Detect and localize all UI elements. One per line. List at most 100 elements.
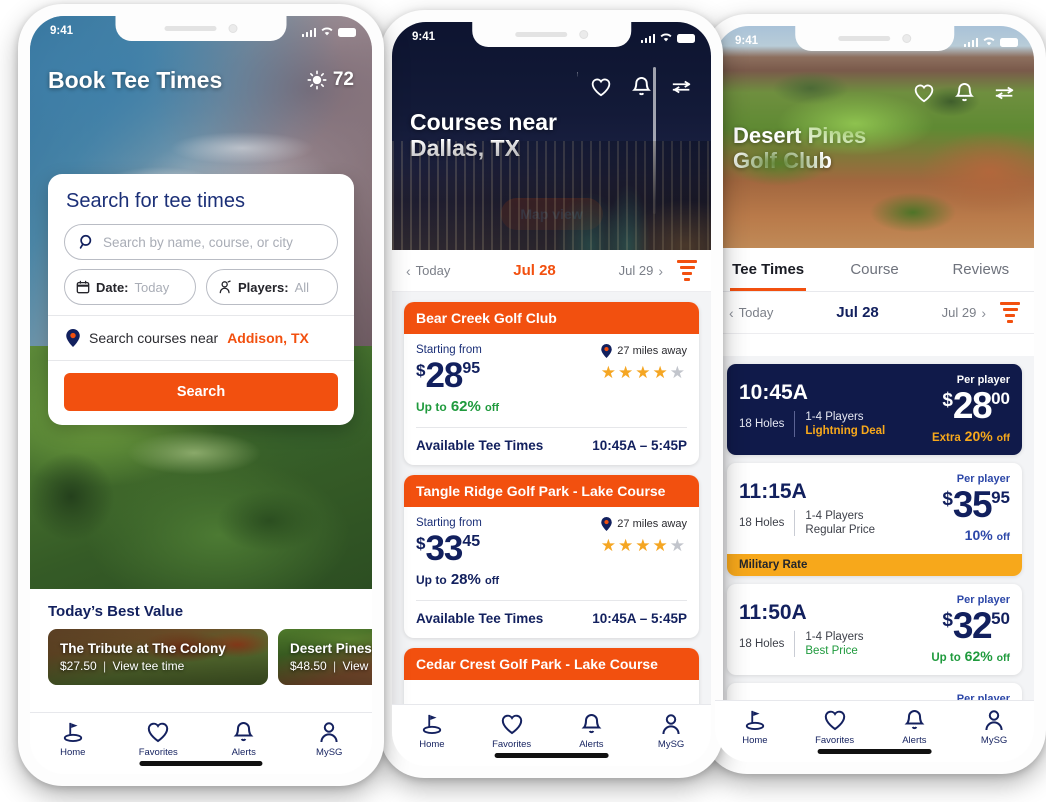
date-filter-button[interactable]: Date: Today — [64, 269, 196, 305]
detail-tabs[interactable]: Tee Times Course Reviews — [715, 248, 1034, 292]
date-selector-3[interactable]: ‹ Today Jul 28 Jul 29 › — [715, 292, 1034, 334]
divider — [794, 631, 796, 657]
course-card[interactable]: Tangle Ridge Golf Park - Lake Course Sta… — [404, 475, 699, 638]
players-filter-label: Players: — [238, 279, 289, 295]
date-selector-2[interactable]: ‹ Today Jul 28 Jul 29 › — [392, 250, 711, 292]
best-value-title: Today’s Best Value — [48, 603, 184, 620]
date-prev-button-2[interactable]: ‹ Today — [406, 263, 450, 279]
location-row[interactable]: Search courses near Addison, TX — [48, 316, 354, 360]
tee-time-row[interactable]: 11:50A 18 Holes 1-4 Players Best Price P… — [727, 584, 1022, 675]
tee-time-row[interactable]: 11:15A 18 Holes 1-4 Players Regular Pric… — [727, 463, 1022, 576]
sidebar-item-mysg-1[interactable]: MySG — [287, 721, 373, 758]
front-camera — [228, 24, 238, 33]
tab-label: MySG — [657, 739, 685, 750]
tee-times-range: 10:45A – 5:45P — [592, 438, 687, 453]
discount-prefix: Up to — [416, 400, 447, 414]
sidebar-item-home-1[interactable]: Home — [30, 721, 116, 758]
sidebar-item-home-2[interactable]: Home — [392, 713, 472, 750]
filter-funnel-icon[interactable] — [677, 259, 697, 282]
sidebar-item-alerts-3[interactable]: Alerts — [875, 709, 955, 746]
person-icon — [320, 722, 338, 743]
tab-active-underline — [729, 288, 807, 291]
price-dollar-sign: $ — [942, 390, 953, 411]
bell-icon[interactable] — [955, 82, 974, 103]
golf-flag-icon — [63, 722, 82, 742]
sidebar-item-home-3[interactable]: Home — [715, 709, 795, 746]
tee-time-value: 11:15A — [739, 480, 807, 503]
golf-flag-icon — [745, 710, 765, 730]
search-card[interactable]: Search for tee times Search by name, cou… — [48, 174, 354, 425]
wifi-icon — [983, 36, 995, 45]
sidebar-item-mysg-2[interactable]: MySG — [631, 713, 711, 750]
golf-flag-icon — [422, 714, 442, 734]
date-next-button-2[interactable]: Jul 29 › — [619, 263, 663, 279]
discount-prefix: Up to — [931, 652, 961, 664]
person-icon — [985, 710, 1003, 731]
speaker-grille — [515, 32, 567, 37]
divider — [794, 411, 796, 437]
tee-time-row[interactable]: 10:45A 18 Holes 1-4 Players Lightning De… — [727, 364, 1022, 455]
tab-reviews[interactable]: Reviews — [928, 261, 1034, 279]
players-filter-button[interactable]: Players: All — [206, 269, 338, 305]
course-card[interactable]: Cedar Crest Golf Park - Lake Course — [404, 648, 699, 704]
person-icon — [662, 714, 680, 735]
tab-label: Favorites — [815, 735, 855, 746]
sliders-icon[interactable] — [671, 79, 693, 95]
battery-icon — [338, 27, 356, 37]
tee-time-holes: 18 Holes — [739, 638, 785, 650]
date-next-button-3[interactable]: Jul 29 › — [942, 305, 986, 321]
sidebar-item-favorites-2[interactable]: Favorites — [472, 713, 552, 750]
course-card[interactable]: Bear Creek Golf Club Starting from $ 28 … — [404, 302, 699, 465]
divider-pipe: | — [333, 659, 337, 673]
best-value-card[interactable]: Desert Pines $48.50 | View — [278, 629, 372, 685]
tab-label: Home — [419, 739, 445, 750]
status-time-1: 9:41 — [50, 25, 74, 37]
tab-tee-times[interactable]: Tee Times — [715, 248, 821, 291]
battery-icon — [1000, 37, 1018, 47]
heart-icon[interactable] — [590, 77, 612, 97]
price-whole: 28 — [952, 385, 993, 426]
sidebar-item-alerts-2[interactable]: Alerts — [552, 713, 632, 750]
best-value-card[interactable]: The Tribute at The Colony $27.50 | View … — [48, 629, 268, 685]
chevron-right-icon: › — [658, 262, 663, 279]
person-icon — [219, 280, 231, 294]
chevron-right-icon: › — [981, 304, 986, 321]
best-value-row[interactable]: The Tribute at The Colony $27.50 | View … — [30, 629, 372, 685]
hero-title-line2-3: Golf Club — [733, 147, 832, 173]
price-dollar-sign: $ — [942, 610, 953, 631]
course-list[interactable]: Bear Creek Golf Club Starting from $ 28 … — [392, 292, 711, 704]
tab-label: MySG — [980, 735, 1008, 746]
page-title: Book Tee Times — [48, 67, 223, 93]
tee-time-list[interactable]: 10:45A 18 Holes 1-4 Players Lightning De… — [715, 356, 1034, 700]
tab-label: Home — [60, 747, 86, 758]
sidebar-item-mysg-3[interactable]: MySG — [954, 709, 1034, 746]
heart-icon[interactable] — [913, 83, 935, 103]
search-input[interactable]: Search by name, course, or city — [64, 224, 338, 260]
battery-icon — [677, 33, 695, 43]
tee-times-label: Available Tee Times — [416, 611, 544, 626]
tee-times-range: 10:45A – 5:45P — [592, 611, 687, 626]
search-input-placeholder: Search by name, course, or city — [103, 234, 293, 250]
date-prev-button-3[interactable]: ‹ Today — [729, 305, 773, 321]
front-camera — [902, 34, 911, 43]
hero-action-icons-3[interactable] — [913, 82, 1016, 103]
tab-label: Alerts — [902, 735, 927, 746]
sidebar-item-favorites-1[interactable]: Favorites — [116, 721, 202, 758]
search-button[interactable]: Search — [64, 373, 338, 411]
bell-icon — [904, 709, 925, 730]
bell-icon[interactable] — [632, 76, 651, 97]
tee-time-value: 10:45A — [739, 381, 808, 404]
discount-value: 10% — [964, 527, 993, 543]
tee-time-row[interactable]: Per player — [727, 683, 1022, 700]
chevron-left-icon: ‹ — [729, 304, 734, 321]
phone-3-course-detail: 9:41 Desert Pines Golf Club Tee Times Co… — [703, 14, 1046, 774]
map-view-button[interactable]: Map view — [500, 198, 603, 230]
sliders-icon[interactable] — [994, 85, 1016, 101]
hero-action-icons-2[interactable] — [590, 76, 693, 97]
sidebar-item-alerts-1[interactable]: Alerts — [201, 721, 287, 758]
tab-course[interactable]: Course — [821, 261, 927, 279]
filter-funnel-icon[interactable] — [1000, 301, 1020, 324]
course-name: Cedar Crest Golf Park - Lake Course — [404, 648, 699, 680]
sidebar-item-favorites-3[interactable]: Favorites — [795, 709, 875, 746]
price-cents: 50 — [991, 609, 1010, 628]
